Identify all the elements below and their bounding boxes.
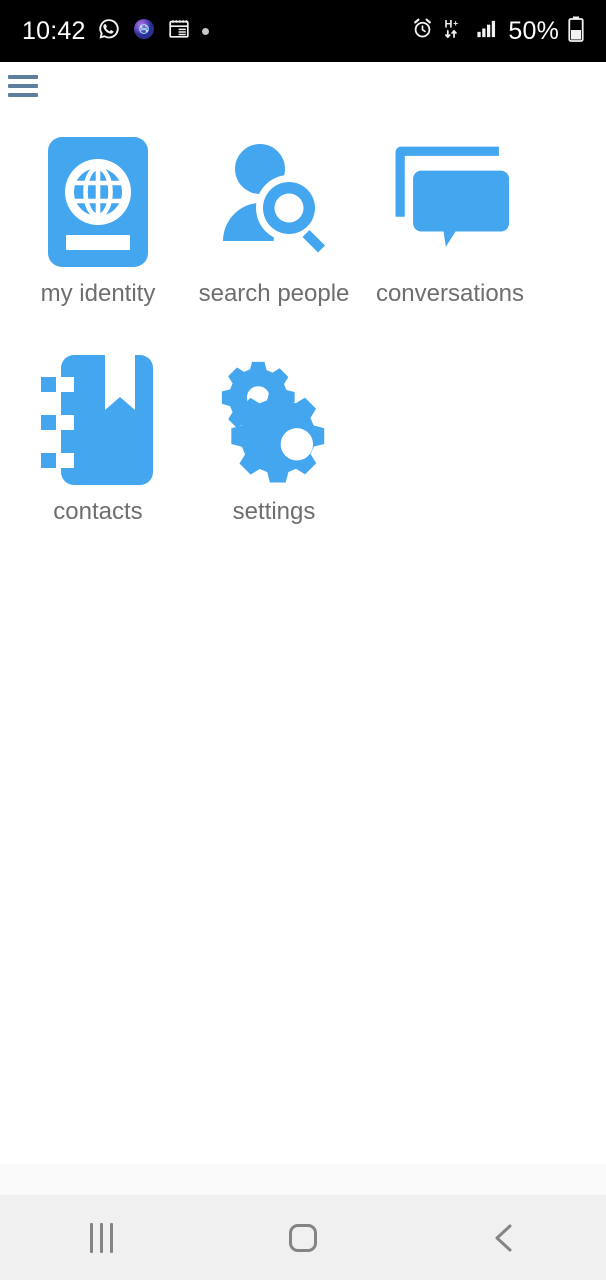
gears-icon	[214, 350, 334, 490]
alarm-clock-icon	[411, 17, 434, 45]
chat-bubbles-icon	[390, 132, 510, 272]
back-chevron-glyph	[495, 1224, 512, 1252]
signal-bars-icon	[475, 17, 499, 45]
tile-search-people[interactable]: search people	[186, 118, 362, 306]
svg-text:+: +	[453, 18, 458, 28]
hamburger-bar-2	[8, 84, 38, 88]
android-navigation-bar	[0, 1196, 606, 1280]
hamburger-bar-1	[8, 75, 38, 79]
recents-bar-2	[99, 1223, 103, 1253]
svg-text:H: H	[445, 19, 453, 31]
tile-label-settings: settings	[232, 498, 316, 525]
address-book-icon	[38, 350, 158, 490]
battery-percentage-label: 50%	[508, 16, 559, 45]
home-icon[interactable]	[243, 1196, 363, 1280]
person-search-icon	[214, 132, 334, 272]
recents-icon[interactable]	[41, 1196, 161, 1280]
notification-dot-icon	[201, 27, 209, 35]
app-bar	[0, 62, 606, 110]
hamburger-menu-icon[interactable]	[0, 66, 54, 106]
tile-label-search-people: search people	[198, 280, 350, 307]
recents-bars	[89, 1223, 113, 1253]
status-bar-clock: 10:42	[22, 16, 86, 45]
status-bar-left: 10:42	[22, 17, 411, 46]
tile-settings[interactable]: settings	[186, 336, 362, 524]
tile-conversations[interactable]: conversations	[362, 118, 538, 306]
home-tile-grid: my identity search people conversations …	[0, 118, 606, 554]
recents-bar-3	[109, 1223, 113, 1253]
mobile-data-hplus-icon: H +	[443, 17, 466, 45]
tile-label-contacts: contacts	[53, 498, 143, 525]
back-chevron-icon[interactable]	[445, 1196, 565, 1280]
hamburger-bar-3	[8, 93, 38, 97]
battery-icon	[568, 16, 584, 47]
tile-label-conversations: conversations	[375, 280, 525, 307]
tile-contacts[interactable]: contacts	[10, 336, 186, 524]
app-notification-icon	[132, 17, 156, 46]
phone-screen: 10:42 H + 50% my identity search people …	[0, 0, 606, 1280]
status-bar-right: H + 50%	[411, 16, 584, 47]
whatsapp-icon	[97, 17, 121, 46]
home-square	[289, 1224, 317, 1252]
recents-bar-1	[89, 1223, 93, 1253]
tile-label-my-identity: my identity	[40, 280, 156, 307]
calendar-icon	[167, 17, 191, 46]
tile-my-identity[interactable]: my identity	[10, 118, 186, 306]
status-bar: 10:42 H + 50%	[0, 0, 606, 62]
passport-globe-icon	[38, 132, 158, 272]
content-bottom-band	[0, 1164, 606, 1196]
